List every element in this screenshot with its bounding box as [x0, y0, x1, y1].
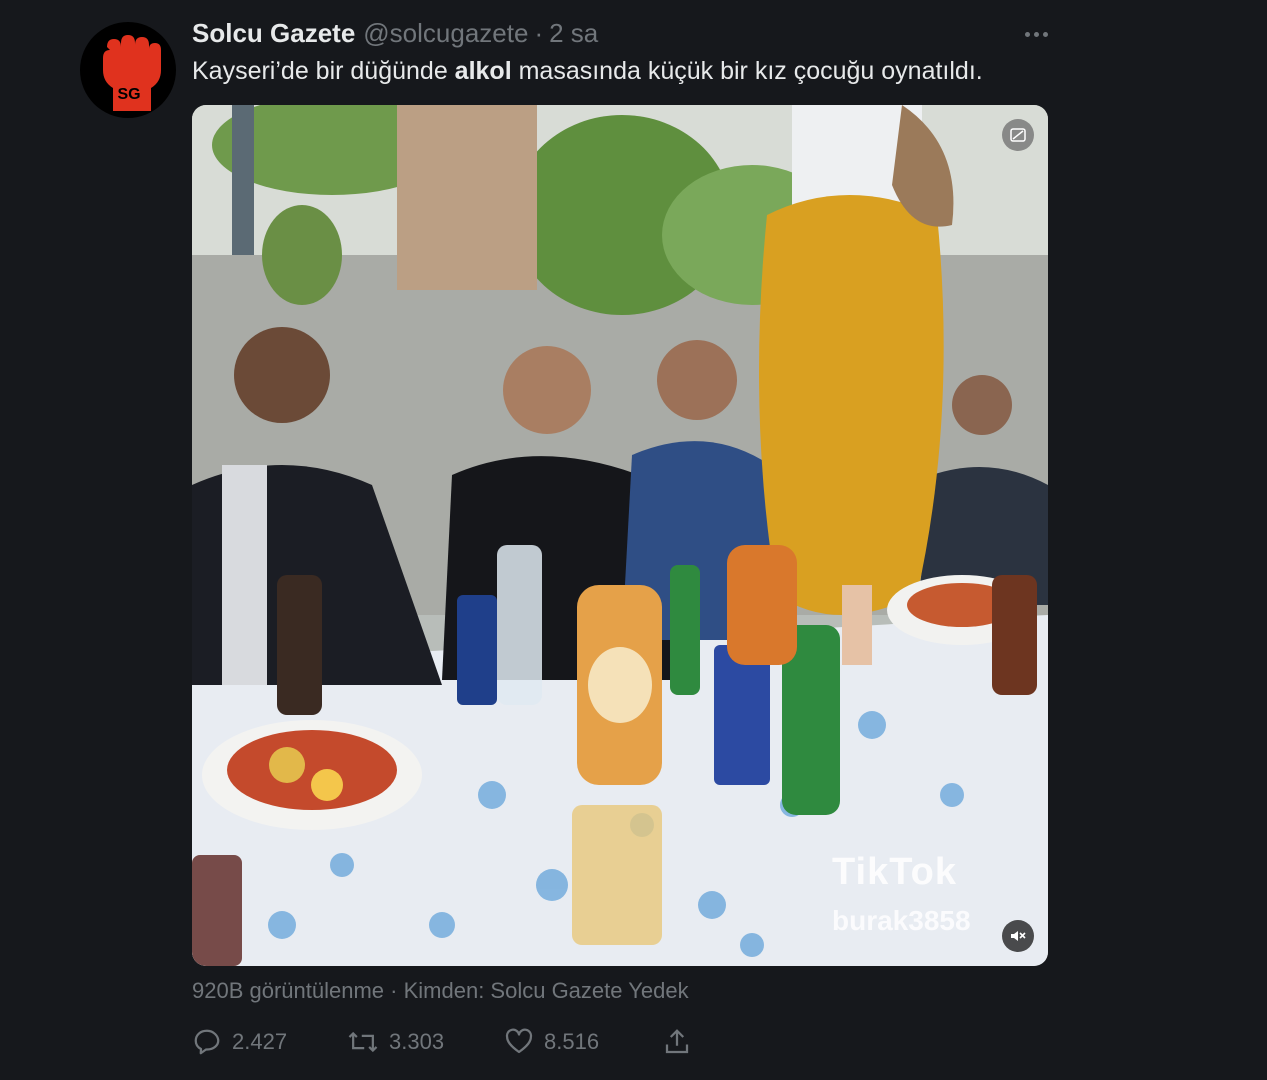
svg-text:SG: SG	[117, 86, 140, 103]
reply-count: 2.427	[232, 1029, 288, 1054]
like-count: 8.516	[544, 1029, 600, 1054]
fist-logo-icon: SG	[103, 35, 161, 111]
tweet-text: Kayseri’de bir düğünde alkol masasında k…	[192, 54, 1092, 88]
retweet-button[interactable]: 3.303	[347, 1022, 444, 1062]
gif-badge-icon[interactable]	[1002, 119, 1034, 151]
like-button[interactable]: 8.516	[504, 1022, 599, 1062]
tweet-text-bold: alkol	[454, 57, 512, 85]
header-separator: ·	[534, 17, 544, 48]
video-player[interactable]: TikTok burak3858	[192, 105, 1048, 966]
tiktok-username-watermark: burak3858	[832, 905, 971, 936]
tweet-actions: 2.427 3.303 8.516	[192, 1022, 692, 1062]
avatar[interactable]: SG	[80, 22, 176, 118]
more-dots-icon[interactable]	[1016, 22, 1056, 46]
retweet-count: 3.303	[389, 1029, 445, 1054]
tiktok-watermark: TikTok	[832, 851, 957, 893]
source-link[interactable]: Kimden: Solcu Gazete Yedek	[404, 978, 689, 1003]
retweet-icon	[348, 1031, 378, 1053]
reply-button[interactable]: 2.427	[192, 1022, 287, 1062]
muted-speaker-icon[interactable]	[1002, 920, 1034, 952]
tweet-meta: 920B görüntülenme · Kimden: Solcu Gazete…	[192, 978, 689, 1004]
tweet-header: Solcu Gazete @solcugazete · 2 sa	[192, 16, 1057, 50]
author-handle[interactable]: @solcugazete	[363, 18, 528, 49]
video-frame	[192, 105, 1048, 966]
tweet-text-part2: masasında küçük bir kız çocuğu oynatıldı…	[511, 57, 983, 85]
tweet-timestamp[interactable]: 2 sa	[549, 18, 598, 49]
view-count: 920B görüntülenme	[192, 978, 385, 1003]
heart-icon	[505, 1028, 533, 1054]
share-button[interactable]	[662, 1022, 692, 1062]
author-name[interactable]: Solcu Gazete	[192, 18, 355, 49]
tweet-text-part1: Kayseri’de bir düğünde	[192, 57, 455, 85]
meta-separator: ·	[390, 978, 398, 1003]
reply-icon	[194, 1029, 220, 1055]
share-icon	[665, 1029, 689, 1054]
